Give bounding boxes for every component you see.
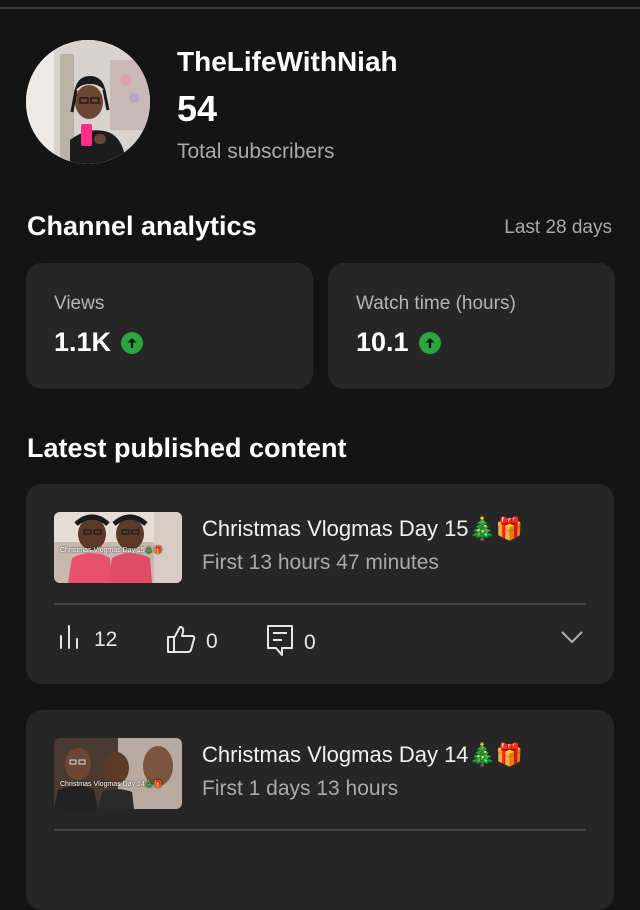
channel-name: TheLifeWithNiah — [177, 46, 398, 77]
channel-header: TheLifeWithNiah 54 Total subscribers — [26, 40, 616, 170]
views-card[interactable]: Views 1.1K — [26, 263, 313, 389]
watch-time-card[interactable]: Watch time (hours) 10.1 — [328, 263, 615, 389]
likes-metric: 0 — [166, 624, 218, 659]
latest-content-title: Latest published content — [27, 433, 347, 463]
views-label: Views — [54, 293, 105, 314]
analytics-title: Channel analytics — [27, 211, 257, 241]
subscriber-count: 54 — [177, 88, 218, 129]
content-card[interactable]: Christmas Vlogmas Day 14🎄🎁 Christmas Vlo… — [26, 710, 614, 910]
comments-metric: 0 — [266, 624, 316, 661]
views-value: 1.1K — [54, 327, 112, 357]
card-divider — [54, 603, 586, 605]
analytics-period[interactable]: Last 28 days — [504, 217, 612, 239]
video-metrics: 12 0 0 — [58, 624, 584, 660]
thumbs-up-icon — [166, 624, 196, 659]
arrow-up-icon — [418, 331, 441, 354]
views-value-row: 1.1K — [54, 327, 144, 358]
content-card[interactable]: Christmas Vlogmas Day 15🎄🎁 Christmas Vlo… — [26, 484, 614, 684]
comments-count: 0 — [304, 630, 316, 654]
video-thumbnail[interactable]: Christmas Vlogmas Day 14🎄🎁 — [54, 738, 182, 809]
views-count: 12 — [94, 627, 118, 651]
bar-chart-icon — [58, 624, 84, 655]
likes-count: 0 — [206, 629, 218, 653]
video-title[interactable]: Christmas Vlogmas Day 14🎄🎁 — [202, 742, 523, 768]
watch-time-value: 10.1 — [356, 327, 409, 357]
thumbnail-caption: Christmas Vlogmas Day 15🎄🎁 — [60, 547, 163, 554]
video-thumbnail[interactable]: Christmas Vlogmas Day 15🎄🎁 — [54, 512, 182, 583]
watch-time-label: Watch time (hours) — [356, 293, 516, 314]
avatar-image — [26, 40, 150, 164]
comment-icon — [266, 624, 294, 661]
video-period: First 1 days 13 hours — [202, 777, 399, 800]
top-divider — [0, 7, 640, 9]
video-title[interactable]: Christmas Vlogmas Day 15🎄🎁 — [202, 516, 523, 542]
thumbnail-caption: Christmas Vlogmas Day 14🎄🎁 — [60, 781, 163, 788]
views-metric: 12 — [58, 624, 117, 655]
video-period: First 13 hours 47 minutes — [202, 551, 439, 574]
watch-time-value-row: 10.1 — [356, 327, 441, 358]
thumbnail-image — [54, 738, 182, 809]
arrow-up-icon — [121, 331, 144, 354]
card-divider — [54, 829, 586, 831]
avatar[interactable] — [26, 40, 150, 164]
subscriber-label: Total subscribers — [177, 140, 335, 163]
chevron-down-icon[interactable] — [560, 630, 584, 649]
